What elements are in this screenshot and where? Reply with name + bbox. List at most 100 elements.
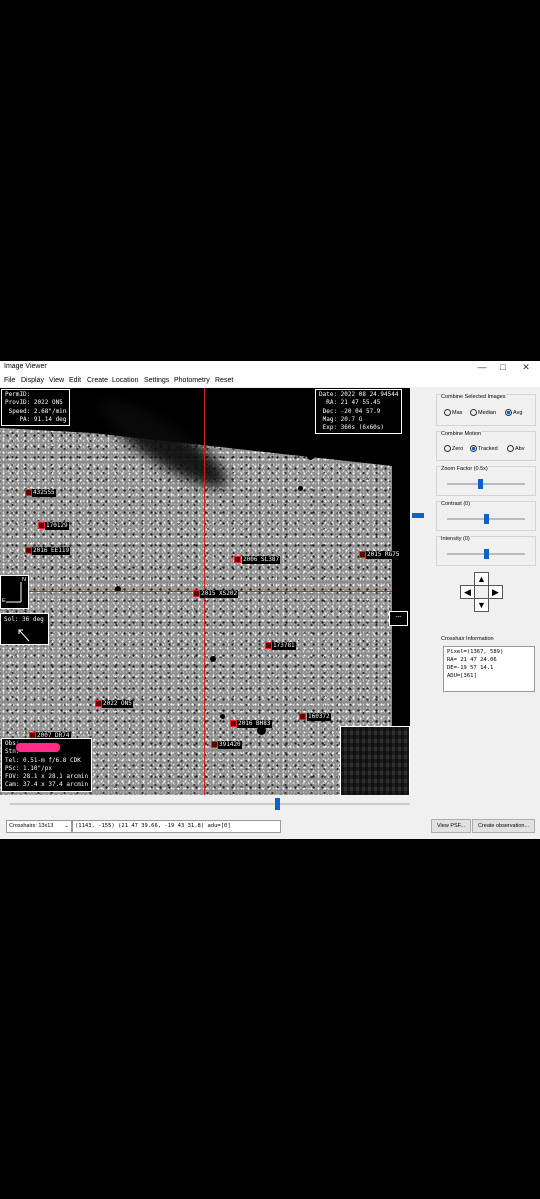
object-marker[interactable] — [25, 547, 32, 554]
contrast-group: Contrast (0) — [436, 501, 536, 531]
pan-down-icon[interactable]: ▼ — [474, 598, 489, 612]
target-info-box: PermID: ProvID: 2022 ON5 Speed: 2.68"/mi… — [1, 389, 71, 427]
radio-selected-icon — [470, 445, 477, 452]
radio-circle-icon — [507, 445, 514, 452]
crosshairs-dropdown[interactable]: Crosshairs: 13x13 ⌄ — [6, 820, 72, 833]
object-label: 2006 SL387 — [242, 556, 281, 564]
object-marker[interactable] — [193, 590, 200, 597]
zoom-group: Zoom Factor (0.5x) — [436, 466, 536, 496]
object-label: 2015 XS202 — [200, 590, 239, 598]
compass-north: N — [22, 577, 26, 583]
object-marker[interactable] — [211, 741, 218, 748]
object-label: 391420 — [218, 741, 242, 749]
bright-star — [220, 714, 225, 719]
menu-photometry[interactable]: Photometry — [174, 377, 210, 384]
minimize-button[interactable]: — — [475, 362, 489, 372]
combine-motion-title: Combine Motion — [441, 431, 482, 437]
radio-tracked[interactable]: Tracked — [470, 445, 498, 452]
radio-median-label: Median — [478, 409, 497, 416]
radio-selected-icon — [505, 409, 512, 416]
vertical-scroll-thumb[interactable] — [412, 513, 424, 518]
expand-overlay-button[interactable]: --- — [389, 611, 408, 626]
radio-max[interactable]: Max — [444, 409, 462, 416]
radio-max-label: Max — [452, 409, 463, 416]
chevron-down-icon: ⌄ — [64, 823, 69, 829]
radio-abv[interactable]: Abv — [507, 445, 524, 452]
zoom-slider[interactable] — [447, 479, 525, 489]
view-psf-button[interactable]: View PSF... — [431, 819, 471, 833]
menu-location[interactable]: Location — [112, 377, 138, 384]
intensity-group: Intensity (0) — [436, 536, 536, 566]
object-label: 160372 — [307, 713, 331, 721]
radio-median[interactable]: Median — [470, 409, 496, 416]
create-observation-button[interactable]: Create observation... — [472, 819, 535, 833]
pan-right-icon[interactable]: ▶ — [488, 585, 503, 599]
object-label: 432555 — [32, 489, 56, 497]
contrast-slider[interactable] — [447, 514, 525, 524]
object-marker[interactable] — [359, 551, 366, 558]
vertical-scrollbar[interactable] — [412, 393, 424, 793]
object-marker[interactable] — [265, 642, 272, 649]
control-panel: Combine Selected Images Max Median Avg C… — [430, 388, 538, 834]
radio-avg-label: Avg — [513, 409, 523, 416]
close-button[interactable]: ✕ — [519, 362, 533, 373]
radio-tracked-label: Tracked — [478, 445, 498, 452]
crosshairs-dropdown-value: Crosshairs: 13x13 — [9, 823, 54, 829]
zoom-label: Zoom Factor (0.5x) — [441, 466, 488, 472]
pan-left-icon[interactable]: ◀ — [460, 585, 475, 599]
radio-circle-icon — [470, 409, 477, 416]
object-marker[interactable] — [95, 700, 102, 707]
object-marker[interactable] — [299, 713, 306, 720]
redaction-mark — [16, 743, 60, 752]
image-canvas[interactable]: 432555 170129 2016 EE119 2006 SL387 2015… — [0, 388, 410, 795]
title-bar: Image Viewer — □ ✕ — [0, 361, 540, 375]
maximize-button[interactable]: □ — [496, 362, 510, 372]
solar-angle-text: Sol: 36 deg — [4, 616, 44, 623]
status-bar: Crosshairs: 13x13 ⌄ (1143, -155) (21 47 … — [0, 816, 540, 834]
object-marker[interactable] — [234, 556, 241, 563]
contrast-slider-thumb[interactable] — [484, 514, 489, 524]
contrast-label: Contrast (0) — [441, 501, 471, 507]
crosshair-info-title: Crosshair Information — [441, 636, 494, 642]
object-label: 173781 — [272, 642, 296, 650]
zoom-slider-thumb[interactable] — [478, 479, 483, 489]
window-title: Image Viewer — [4, 363, 47, 370]
zoom-preview-thumbnail — [340, 726, 410, 795]
solar-angle-box: Sol: 36 deg — [0, 613, 49, 645]
combine-motion-group: Combine Motion Zero Tracked Abv — [436, 431, 536, 461]
pan-arrows: ▲ ◀ ▶ ▼ — [458, 572, 504, 636]
object-label: 2015 RG75 — [366, 551, 401, 559]
intensity-slider-thumb[interactable] — [484, 549, 489, 559]
menu-reset[interactable]: Reset — [215, 377, 233, 384]
object-marker[interactable] — [230, 720, 237, 727]
menu-edit[interactable]: Edit — [69, 377, 81, 384]
menu-file[interactable]: File — [4, 377, 15, 384]
object-marker[interactable] — [25, 489, 32, 496]
combine-images-title: Combine Selected Images — [441, 394, 506, 400]
bright-star — [307, 453, 314, 460]
observation-info-box: Date: 2022 08 24.94544 RA: 21 47 55.45 D… — [315, 389, 403, 435]
menu-settings[interactable]: Settings — [144, 377, 169, 384]
intensity-label: Intensity (0) — [441, 536, 470, 542]
bright-star — [298, 486, 303, 491]
cursor-readout-field: (1143, -155) (21 47 39.66, -19 43 31.8) … — [72, 820, 281, 833]
bright-star — [210, 656, 216, 662]
combine-images-group: Combine Selected Images Max Median Avg — [436, 394, 536, 426]
radio-circle-icon — [444, 445, 451, 452]
crosshair-info-box: Pixel=(1367, 589) RA= 21 47 24.06 DE=-19… — [443, 646, 535, 692]
object-label: 2016 EE119 — [32, 547, 71, 555]
frame-slider-thumb[interactable] — [275, 798, 280, 810]
radio-avg[interactable]: Avg — [505, 409, 522, 416]
pan-up-icon[interactable]: ▲ — [474, 572, 489, 586]
radio-abv-label: Abv — [515, 445, 525, 452]
object-label: 2016 BH83 — [237, 720, 272, 728]
radio-zero[interactable]: Zero — [444, 445, 463, 452]
menu-bar: File Display View Edit Create Location S… — [0, 375, 540, 387]
intensity-slider[interactable] — [447, 549, 525, 559]
frame-slider[interactable] — [10, 798, 410, 810]
image-viewer-window: Image Viewer — □ ✕ File Display View Edi… — [0, 361, 540, 839]
object-marker[interactable] — [38, 522, 45, 529]
menu-display[interactable]: Display — [21, 377, 44, 384]
menu-create[interactable]: Create — [87, 377, 108, 384]
menu-view[interactable]: View — [49, 377, 64, 384]
